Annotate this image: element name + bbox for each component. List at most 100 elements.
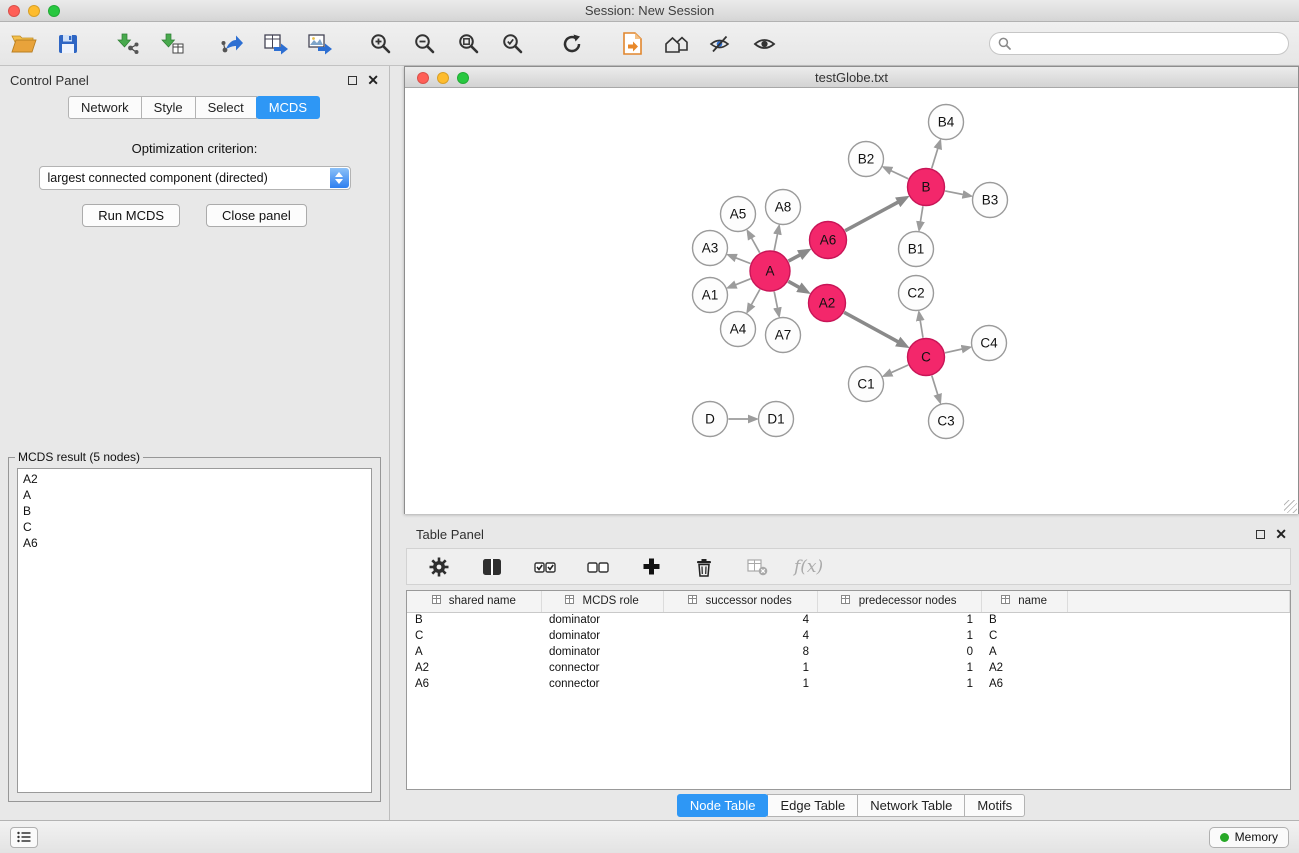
graph-edge[interactable] — [736, 258, 751, 264]
network-canvas[interactable]: B4B2BB3A8A5A6A3B1AC2A1A2A4A7C4CC1C3DD1 — [405, 88, 1298, 514]
graph-edge[interactable] — [789, 255, 801, 261]
graph-node[interactable]: B3 — [973, 183, 1008, 218]
table-cell[interactable]: 0 — [817, 644, 981, 660]
graph-edge[interactable] — [752, 238, 760, 253]
resize-grip[interactable] — [1284, 500, 1297, 513]
table-cell[interactable]: C — [407, 628, 541, 644]
console-button[interactable] — [10, 827, 38, 848]
table-cell[interactable]: B — [407, 612, 541, 628]
table-cell[interactable]: 1 — [663, 660, 817, 676]
export-table-button[interactable] — [260, 28, 292, 60]
table-cell[interactable]: A6 — [981, 676, 1067, 692]
apply-layout-button[interactable] — [556, 28, 588, 60]
import-table-button[interactable] — [156, 28, 188, 60]
graph-edge[interactable] — [932, 148, 938, 168]
table-cell[interactable]: A6 — [407, 676, 541, 692]
tab-style[interactable]: Style — [141, 96, 196, 119]
column-header-shared-name[interactable]: shared name — [407, 591, 541, 612]
window-zoom-button[interactable] — [48, 5, 60, 17]
mcds-result-item[interactable]: B — [23, 503, 366, 519]
graph-node-mcds[interactable]: B — [908, 169, 945, 206]
graph-edge[interactable] — [844, 312, 898, 342]
table-row[interactable]: Adominator80A — [407, 644, 1290, 660]
zoom-in-button[interactable] — [364, 28, 396, 60]
graph-edge[interactable] — [920, 320, 923, 338]
graph-edge[interactable] — [788, 281, 799, 287]
deselect-all-button[interactable] — [582, 551, 614, 583]
network-zoom-button[interactable] — [457, 72, 469, 84]
network-close-button[interactable] — [417, 72, 429, 84]
network-file-button[interactable] — [616, 28, 648, 60]
run-mcds-button[interactable]: Run MCDS — [82, 204, 180, 227]
home-button[interactable] — [660, 28, 692, 60]
network-window-titlebar[interactable]: testGlobe.txt — [405, 67, 1298, 88]
memory-button[interactable]: Memory — [1209, 827, 1289, 848]
show-graphics-button[interactable] — [748, 28, 780, 60]
node-table[interactable]: shared name MCDS role successor nodes — [406, 590, 1291, 790]
graph-edge[interactable] — [774, 234, 777, 251]
delete-table-button[interactable] — [741, 551, 773, 583]
graph-edge[interactable] — [891, 171, 908, 179]
table-cell[interactable]: dominator — [541, 628, 663, 644]
table-settings-button[interactable] — [423, 551, 455, 583]
tab-mcds[interactable]: MCDS — [256, 96, 320, 119]
column-visibility-button[interactable] — [476, 551, 508, 583]
graph-node[interactable]: A4 — [721, 312, 756, 347]
table-cell[interactable]: 1 — [817, 628, 981, 644]
table-row[interactable]: A6connector11A6 — [407, 676, 1290, 692]
column-header-successor-nodes[interactable]: successor nodes — [663, 591, 817, 612]
close-table-panel-icon[interactable]: ✕ — [1275, 529, 1287, 539]
mcds-result-item[interactable]: A2 — [23, 471, 366, 487]
close-panel-button[interactable]: Close panel — [206, 204, 307, 227]
float-panel-icon[interactable] — [348, 76, 357, 85]
function-builder-button[interactable]: f(x) — [794, 551, 823, 583]
optimization-criterion-select[interactable]: largest connected component (directed) — [39, 166, 351, 190]
graph-node[interactable]: C3 — [929, 404, 964, 439]
table-cell[interactable]: dominator — [541, 644, 663, 660]
mcds-result-item[interactable]: A — [23, 487, 366, 503]
graph-node[interactable]: A8 — [766, 190, 801, 225]
table-cell[interactable]: A2 — [981, 660, 1067, 676]
mcds-result-list[interactable]: A2ABCA6 — [17, 468, 372, 793]
table-cell[interactable]: 4 — [663, 612, 817, 628]
graph-node[interactable]: A3 — [693, 231, 728, 266]
graph-node-mcds[interactable]: C — [908, 339, 945, 376]
select-all-button[interactable] — [529, 551, 561, 583]
graph-node[interactable]: B2 — [849, 142, 884, 177]
graph-node[interactable]: A5 — [721, 197, 756, 232]
table-cell[interactable]: A — [407, 644, 541, 660]
table-cell[interactable]: B — [981, 612, 1067, 628]
tab-network-table[interactable]: Network Table — [857, 794, 965, 817]
graph-node[interactable]: A1 — [693, 278, 728, 313]
graph-node[interactable]: C4 — [972, 326, 1007, 361]
table-cell[interactable]: 1 — [663, 676, 817, 692]
graph-edge[interactable] — [945, 191, 963, 195]
table-cell[interactable]: connector — [541, 676, 663, 692]
column-header-name[interactable]: name — [981, 591, 1067, 612]
window-minimize-button[interactable] — [28, 5, 40, 17]
tab-select[interactable]: Select — [195, 96, 257, 119]
table-cell[interactable]: 1 — [817, 676, 981, 692]
delete-column-button[interactable] — [688, 551, 720, 583]
table-row[interactable]: A2connector11A2 — [407, 660, 1290, 676]
zoom-selected-button[interactable] — [496, 28, 528, 60]
graph-edge[interactable] — [845, 202, 898, 231]
table-cell[interactable]: A2 — [407, 660, 541, 676]
table-cell[interactable]: connector — [541, 660, 663, 676]
table-cell[interactable]: dominator — [541, 612, 663, 628]
graph-node[interactable]: D1 — [759, 402, 794, 437]
export-image-button[interactable] — [304, 28, 336, 60]
network-minimize-button[interactable] — [437, 72, 449, 84]
close-panel-icon[interactable]: ✕ — [367, 75, 379, 85]
graph-edge[interactable] — [945, 349, 962, 353]
export-network-button[interactable] — [216, 28, 248, 60]
graph-node[interactable]: A7 — [766, 318, 801, 353]
mcds-result-item[interactable]: A6 — [23, 535, 366, 551]
zoom-fit-button[interactable] — [452, 28, 484, 60]
graph-node[interactable]: B1 — [899, 232, 934, 267]
window-close-button[interactable] — [8, 5, 20, 17]
graph-node-mcds[interactable]: A6 — [810, 222, 847, 259]
search-input[interactable] — [1016, 37, 1280, 51]
column-header-mcds-role[interactable]: MCDS role — [541, 591, 663, 612]
tab-node-table[interactable]: Node Table — [677, 794, 769, 817]
